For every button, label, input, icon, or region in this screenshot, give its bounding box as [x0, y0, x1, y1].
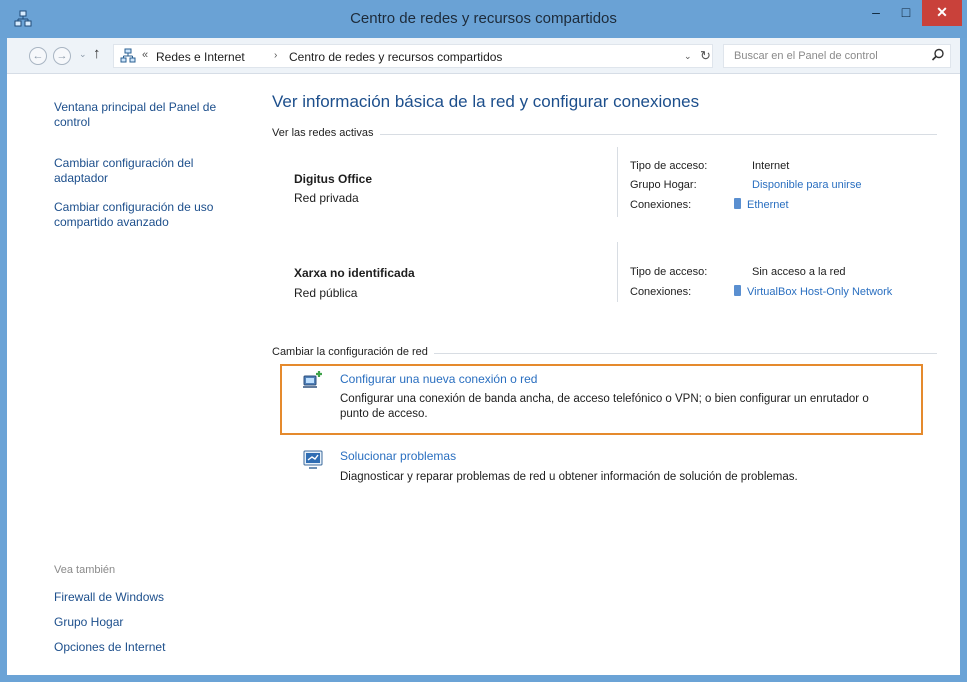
sidebar-item-control-panel-home[interactable]: Ventana principal del Panel de control: [54, 100, 239, 130]
connection-virtualbox-link[interactable]: VirtualBox Host-Only Network: [734, 285, 892, 298]
access-type-key: Tipo de acceso:: [630, 266, 708, 278]
network-type: Red privada: [294, 191, 359, 205]
troubleshoot-link[interactable]: Solucionar problemas: [340, 449, 456, 463]
access-type-value: Internet: [752, 160, 790, 172]
active-networks-label: Ver las redes activas: [272, 127, 380, 139]
search-box: [723, 44, 951, 68]
breadcrumb-item-centro[interactable]: Centro de redes y recursos compartidos: [289, 50, 502, 64]
forward-button[interactable]: →: [53, 47, 71, 65]
chevron-down-icon[interactable]: ⌄: [684, 51, 692, 62]
refresh-icon[interactable]: ↻: [700, 48, 711, 64]
up-button[interactable]: ↑: [93, 45, 101, 62]
troubleshoot-icon: [303, 450, 323, 469]
access-type-value: Sin acceso a la red: [752, 266, 846, 278]
see-also-label: Vea también: [54, 564, 116, 576]
connection-virtualbox-label: VirtualBox Host-Only Network: [747, 286, 893, 298]
recent-locations-dropdown[interactable]: ⌄: [79, 49, 87, 60]
main-content: Ver información básica de la red y confi…: [272, 74, 952, 674]
see-also-homegroup-link[interactable]: Grupo Hogar: [54, 615, 123, 629]
new-connection-icon: [303, 371, 322, 388]
connection-ethernet-link[interactable]: Ethernet: [734, 198, 789, 211]
see-also-internet-options-link[interactable]: Opciones de Internet: [54, 640, 165, 654]
network-type: Red pública: [294, 286, 358, 300]
access-type-key: Tipo de acceso:: [630, 160, 708, 172]
setup-new-connection-description: Configurar una conexión de banda ancha, …: [340, 393, 869, 420]
back-button[interactable]: ←: [29, 47, 47, 65]
connections-key: Conexiones:: [630, 199, 692, 211]
sidebar: Ventana principal del Panel de control C…: [7, 74, 247, 675]
close-button[interactable]: ✕: [922, 0, 962, 26]
network-name: Xarxa no identificada: [294, 266, 415, 280]
window-title: Centro de redes y recursos compartidos: [350, 10, 617, 27]
ethernet-icon: [734, 198, 741, 209]
search-input[interactable]: [724, 45, 924, 67]
breadcrumb-item-redes[interactable]: Redes e Internet: [156, 50, 245, 64]
connections-key: Conexiones:: [630, 286, 692, 298]
search-icon[interactable]: [930, 47, 946, 63]
network-divider: [617, 147, 618, 217]
troubleshoot-description: Diagnosticar y reparar problemas de red …: [340, 471, 798, 483]
client-area: ← → ⌄ ↑ « Redes e Internet › Centro de r…: [7, 38, 960, 675]
homegroup-key: Grupo Hogar:: [630, 179, 697, 191]
minimize-button[interactable]: –: [862, 0, 890, 26]
title-bar[interactable]: Centro de redes y recursos compartidos –…: [0, 0, 967, 38]
network-name: Digitus Office: [294, 172, 373, 186]
breadcrumb-separator[interactable]: ›: [274, 50, 277, 61]
breadcrumb-overflow[interactable]: «: [142, 49, 148, 61]
network-folder-icon: [120, 48, 136, 63]
sidebar-item-advanced-sharing-settings[interactable]: Cambiar configuración de uso compartido …: [54, 200, 239, 230]
homegroup-link[interactable]: Disponible para unirse: [752, 179, 861, 191]
sidebar-item-change-adapter-settings[interactable]: Cambiar configuración del adaptador: [54, 156, 239, 186]
breadcrumb[interactable]: « Redes e Internet › Centro de redes y r…: [113, 44, 713, 68]
network-divider: [617, 242, 618, 302]
ethernet-icon: [734, 285, 741, 296]
change-settings-label: Cambiar la configuración de red: [272, 346, 434, 358]
setup-new-connection-link[interactable]: Configurar una nueva conexión o red: [340, 372, 537, 386]
connection-ethernet-label: Ethernet: [747, 199, 789, 211]
see-also-firewall-link[interactable]: Firewall de Windows: [54, 590, 164, 604]
address-bar: ← → ⌄ ↑ « Redes e Internet › Centro de r…: [7, 38, 960, 74]
window-frame: Centro de redes y recursos compartidos –…: [0, 0, 967, 682]
page-title: Ver información básica de la red y confi…: [272, 92, 700, 111]
maximize-button[interactable]: □: [892, 0, 920, 26]
